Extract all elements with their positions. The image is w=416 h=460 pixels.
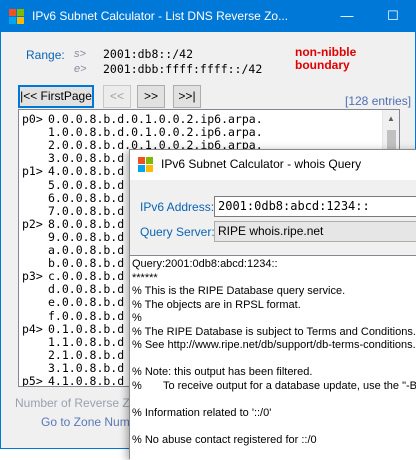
range-start-prefix: s> xyxy=(74,48,86,60)
main-window-title: IPv6 Subnet Calculator - List DNS Revers… xyxy=(32,9,289,23)
list-item-zone: b.0.0.8.b.d xyxy=(48,256,125,271)
range-group: Range: s> 2001:db8::/42 e> 2001:dbb:ffff… xyxy=(18,39,400,81)
list-item-page-label: p5> xyxy=(22,374,43,387)
first-page-button[interactable]: |<< FirstPage xyxy=(18,85,94,108)
list-item-zone: c.0.0.8.b.d xyxy=(48,269,125,284)
list-item-zone: 9.0.0.8.b.d xyxy=(48,229,125,244)
list-item-zone: d.0.0.8.b.d xyxy=(48,282,125,297)
range-end-prefix: e> xyxy=(74,63,87,75)
whois-output-line: % This is the RIPE Database query servic… xyxy=(132,285,346,297)
list-item-page-label: p0> xyxy=(22,112,43,126)
list-item-zone: 2.1.0.8.b.d xyxy=(48,347,125,362)
list-item-zone: 7.0.0.8.b.d xyxy=(48,203,125,218)
reverse-zones-label: Number of Reverse Zon xyxy=(15,396,144,410)
range-start-value: 2001:db8::/42 xyxy=(103,47,194,61)
minimize-button[interactable]: — xyxy=(324,1,370,32)
list-item-zone: 4.1.0.8.b.d xyxy=(48,374,125,387)
whois-output-line: % See http://www.ripe.net/db/support/db-… xyxy=(132,339,416,351)
query-server-label: Query Server: xyxy=(140,225,215,239)
list-item-zone: 3.1.0.8.b.d xyxy=(48,360,125,375)
prev-page-button[interactable]: << xyxy=(103,85,131,108)
whois-output-line: % No abuse contact registered for ::/0 xyxy=(132,433,317,446)
list-item-page-label: p3> xyxy=(22,269,43,284)
list-item-zone: 6.0.0.8.b.d xyxy=(48,190,125,205)
range-label: Range: xyxy=(26,48,65,62)
goto-zone-button[interactable]: Go to Zone Num xyxy=(41,415,130,429)
list-item-zone: 4.0.0.8.b.d xyxy=(48,164,125,179)
main-titlebar[interactable]: IPv6 Subnet Calculator - List DNS Revers… xyxy=(1,1,415,32)
list-item-zone: 8.0.0.8.b.d xyxy=(48,216,125,231)
whois-output-line: ****** xyxy=(132,271,158,284)
whois-titlebar[interactable]: IPv6 Subnet Calculator - whois Query xyxy=(130,150,416,180)
whois-output-line: % xyxy=(132,312,142,324)
last-page-button[interactable]: >>| xyxy=(173,85,201,108)
list-item-zone: 1.0.0.8.b.d.0.1.0.0.2.ip6.arpa. xyxy=(48,125,263,140)
next-page-button[interactable]: >> xyxy=(137,85,165,108)
whois-window: IPv6 Subnet Calculator - whois Query IPv… xyxy=(129,149,416,460)
maximize-button[interactable]: ☐ xyxy=(370,1,416,32)
list-item-zone: f.0.0.8.b.d xyxy=(48,308,125,323)
whois-window-title: IPv6 Subnet Calculator - whois Query xyxy=(161,157,362,171)
entries-count: [128 entries] xyxy=(345,94,412,108)
list-item-zone: a.0.0.8.b.d xyxy=(48,243,125,257)
query-server-select[interactable]: RIPE whois.ripe.net xyxy=(214,221,416,242)
ipv6-address-input[interactable]: 2001:0db8:abcd:1234:: xyxy=(214,196,416,217)
list-item-page-label: p1> xyxy=(22,164,43,179)
list-item-page-label: p4> xyxy=(22,321,43,336)
whois-app-icon xyxy=(138,157,154,173)
list-item-page-label: p2> xyxy=(22,216,43,231)
list-item-zone: 1.1.0.8.b.d xyxy=(48,334,125,349)
list-item[interactable]: 1.0.0.8.b.d.0.1.0.0.2.ip6.arpa. xyxy=(19,125,379,139)
non-nibble-warning: non-nibble boundary xyxy=(295,46,356,72)
whois-output-line: % Information related to '::/0' xyxy=(132,406,272,419)
warning-line-2: boundary xyxy=(295,58,350,72)
list-item-zone: 3.0.0.8.b.d xyxy=(48,151,125,166)
ipv6-address-label-text: IPv6 Address: xyxy=(140,200,215,214)
list-item-zone: 0.0.0.8.b.d.0.1.0.0.2.ip6.arpa. xyxy=(48,112,263,126)
scroll-up-icon[interactable]: ▲ xyxy=(387,114,395,123)
whois-output-line: % The RIPE Database is subject to Terms … xyxy=(132,325,416,338)
whois-output[interactable]: Query:2001:0db8:abcd:1234:: ******% This … xyxy=(130,255,416,460)
range-end-value: 2001:dbb:ffff:ffff::/42 xyxy=(103,62,263,76)
list-item[interactable]: p0> 0.0.0.8.b.d.0.1.0.0.2.ip6.arpa. xyxy=(19,112,379,126)
list-item-zone: 5.0.0.8.b.d xyxy=(48,177,125,192)
whois-output-line: Query:2001:0db8:abcd:1234:: xyxy=(132,258,278,270)
list-item-zone: e.0.0.8.b.d xyxy=(48,295,125,310)
whois-output-line: % To receive output for a database updat… xyxy=(132,379,416,392)
ipv6-address-label: IPv6 Address: xyxy=(140,200,214,214)
whois-output-line: % Note: this output has been filtered. xyxy=(132,366,313,378)
whois-output-line: % The objects are in RPSL format. xyxy=(132,298,301,311)
app-icon xyxy=(9,9,25,25)
list-item-zone: 0.1.0.8.b.d xyxy=(48,321,125,336)
